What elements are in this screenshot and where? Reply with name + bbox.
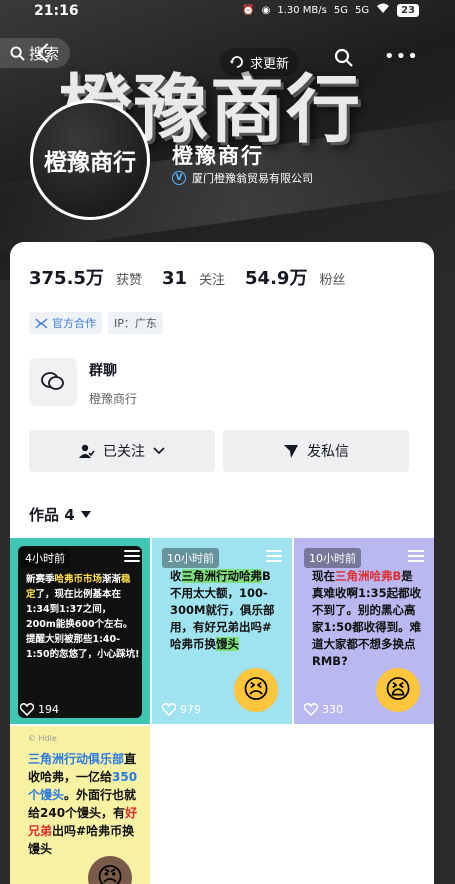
likes-counter: 194 [20,703,59,716]
menu-icon [124,550,140,565]
followed-button[interactable]: 已关注 [29,430,215,472]
caption-highlight: 三角洲行动俱乐部 [28,752,125,766]
wifi-icon [376,3,390,17]
refresh-icon [230,56,243,68]
menu-icon [408,550,424,565]
likes-label[interactable]: 获赞 [116,269,142,288]
menu-icon [266,550,282,565]
status-bar: 21:16 ⏰ ◉ 1.30 MB/s 5G 5G 23 [0,0,455,24]
caption-part: 渐渐 [102,574,122,585]
face-icon: 😠 [88,856,132,884]
caption-highlight: 三角洲哈弗B [335,569,402,583]
handshake-icon [35,317,48,329]
likes-count: 194 [38,703,59,716]
location-icon: ◉ [261,4,271,16]
likes-count: 330 [322,703,343,716]
send-icon [284,445,298,458]
group-title: 群聊 [89,363,117,379]
ip-tag: IP：广东 [108,312,163,334]
heart-icon [162,703,176,716]
video-tile[interactable]: 10小时前 现在三角洲哈弗B是真难收啊1:35起都收不到了。别的黑心高家1:50… [294,538,434,724]
video-time: 10小时前 [304,548,361,568]
search-icon-right[interactable] [334,48,354,72]
video-time: 4小时前 [20,548,70,568]
crying-face-icon: 😫 [376,668,420,712]
video-tile[interactable]: 4小时前 新赛季哈弗币市场渐渐稳定了，现在比例基本在1:34到1:37之间，20… [10,538,150,724]
more-icon[interactable]: ••• [384,48,419,66]
search-button[interactable]: 搜索 [0,38,70,68]
caption-part: 新赛季 [26,574,55,585]
followers-count: 54.9万 [245,268,308,289]
net-speed: 1.30 MB/s [277,4,327,16]
video-tile[interactable]: © Hdle 三角洲行动俱乐部直收哈弗，一亿给350个馒头。外面行也就给240个… [10,726,150,884]
caption-highlight: 三角洲行动哈弗 [181,569,262,583]
caption-highlight: 哈弗币市场 [54,574,103,585]
following-label[interactable]: 关注 [199,269,225,288]
group-text: 群聊 橙豫商行 [89,358,137,407]
heart-icon [20,703,34,716]
status-time: 21:16 [34,3,79,19]
avatar[interactable]: 橙豫商行 [30,100,150,220]
seek-update-label: 求更新 [250,56,290,72]
likes-counter: 979 [162,703,201,716]
video-logo: © Hdle [28,734,57,743]
company-verification: V 厦门橙豫翁贸易有限公司 [172,170,313,186]
company-name: 厦门橙豫翁贸易有限公司 [192,172,313,185]
likes-count: 375.5万 [29,268,104,289]
verified-icon: V [172,171,186,185]
user-check-icon [79,444,95,458]
video-caption: 收三角洲行动哈弗B不用太大额，100-300M就行，俱乐部用，有好兄弟出吗#哈弗… [170,568,282,653]
stats-row: 375.5万 获赞 31 关注 54.9万 粉丝 [29,264,353,290]
video-time: 10小时前 [162,548,219,568]
battery-icon: 23 [397,3,419,17]
pleading-face-icon: 😣 [234,668,278,712]
tags-row: 官方合作 IP：广东 [29,312,163,334]
likes-count: 979 [180,703,201,716]
video-grid: 4小时前 新赛季哈弗币市场渐渐稳定了，现在比例基本在1:34到1:37之间，20… [10,538,434,884]
search-icon [10,45,25,61]
works-label: 作品 4 [29,506,75,524]
chat-bubbles-icon [29,358,77,406]
caption-highlight: 馒头 [216,637,239,651]
profile-name: 橙豫商行 [172,144,264,168]
official-tag[interactable]: 官方合作 [29,312,102,334]
video-tile[interactable]: 10小时前 收三角洲行动哈弗B不用太大额，100-300M就行，俱乐部用，有好兄… [152,538,292,724]
seek-update-button[interactable]: 求更新 [220,48,300,76]
action-buttons: 已关注 发私信 [29,430,409,472]
send-message-button[interactable]: 发私信 [223,430,409,472]
alarm-icon: ⏰ [242,4,255,16]
signal-5g-icon-2: 5G [354,4,370,16]
caption-part: 是真难收啊1:35起都收不到了。别的黑心高家1:50都收得到。难道大家都不想多换… [312,569,422,668]
caret-down-icon [80,511,91,518]
send-message-label: 发私信 [307,444,349,460]
followers-label[interactable]: 粉丝 [319,269,345,288]
following-count: 31 [161,268,188,289]
likes-counter: 330 [304,703,343,716]
group-subtitle: 橙豫商行 [89,392,138,406]
video-caption: 现在三角洲哈弗B是真难收啊1:35起都收不到了。别的黑心高家1:50都收得到。难… [312,568,424,670]
video-caption: 三角洲行动俱乐部直收哈弗，一亿给350个馒头。外面行也就给240个馒头，有好兄弟… [28,750,140,858]
official-tag-label: 官方合作 [52,317,96,330]
works-tab[interactable]: 作品 4 [29,504,91,525]
followed-label: 已关注 [103,444,145,460]
status-icons: ⏰ ◉ 1.30 MB/s 5G 5G 23 [242,3,419,17]
heart-icon [304,703,318,716]
group-chat-entry[interactable]: 群聊 橙豫商行 [29,358,137,407]
top-nav: 搜索 求更新 ••• [0,36,455,80]
caption-part: 现在 [312,569,335,583]
video-caption: 新赛季哈弗币市场渐渐稳定了，现在比例基本在1:34到1:37之间，200m能换6… [26,572,140,662]
signal-5g-icon: 5G [333,4,348,16]
chevron-down-icon [153,447,165,455]
caption-part: 收 [170,569,182,583]
caption-part: 了，现在比例基本在1:34到1:37之间，200m能换600个左右。提醒大别被那… [26,589,140,660]
